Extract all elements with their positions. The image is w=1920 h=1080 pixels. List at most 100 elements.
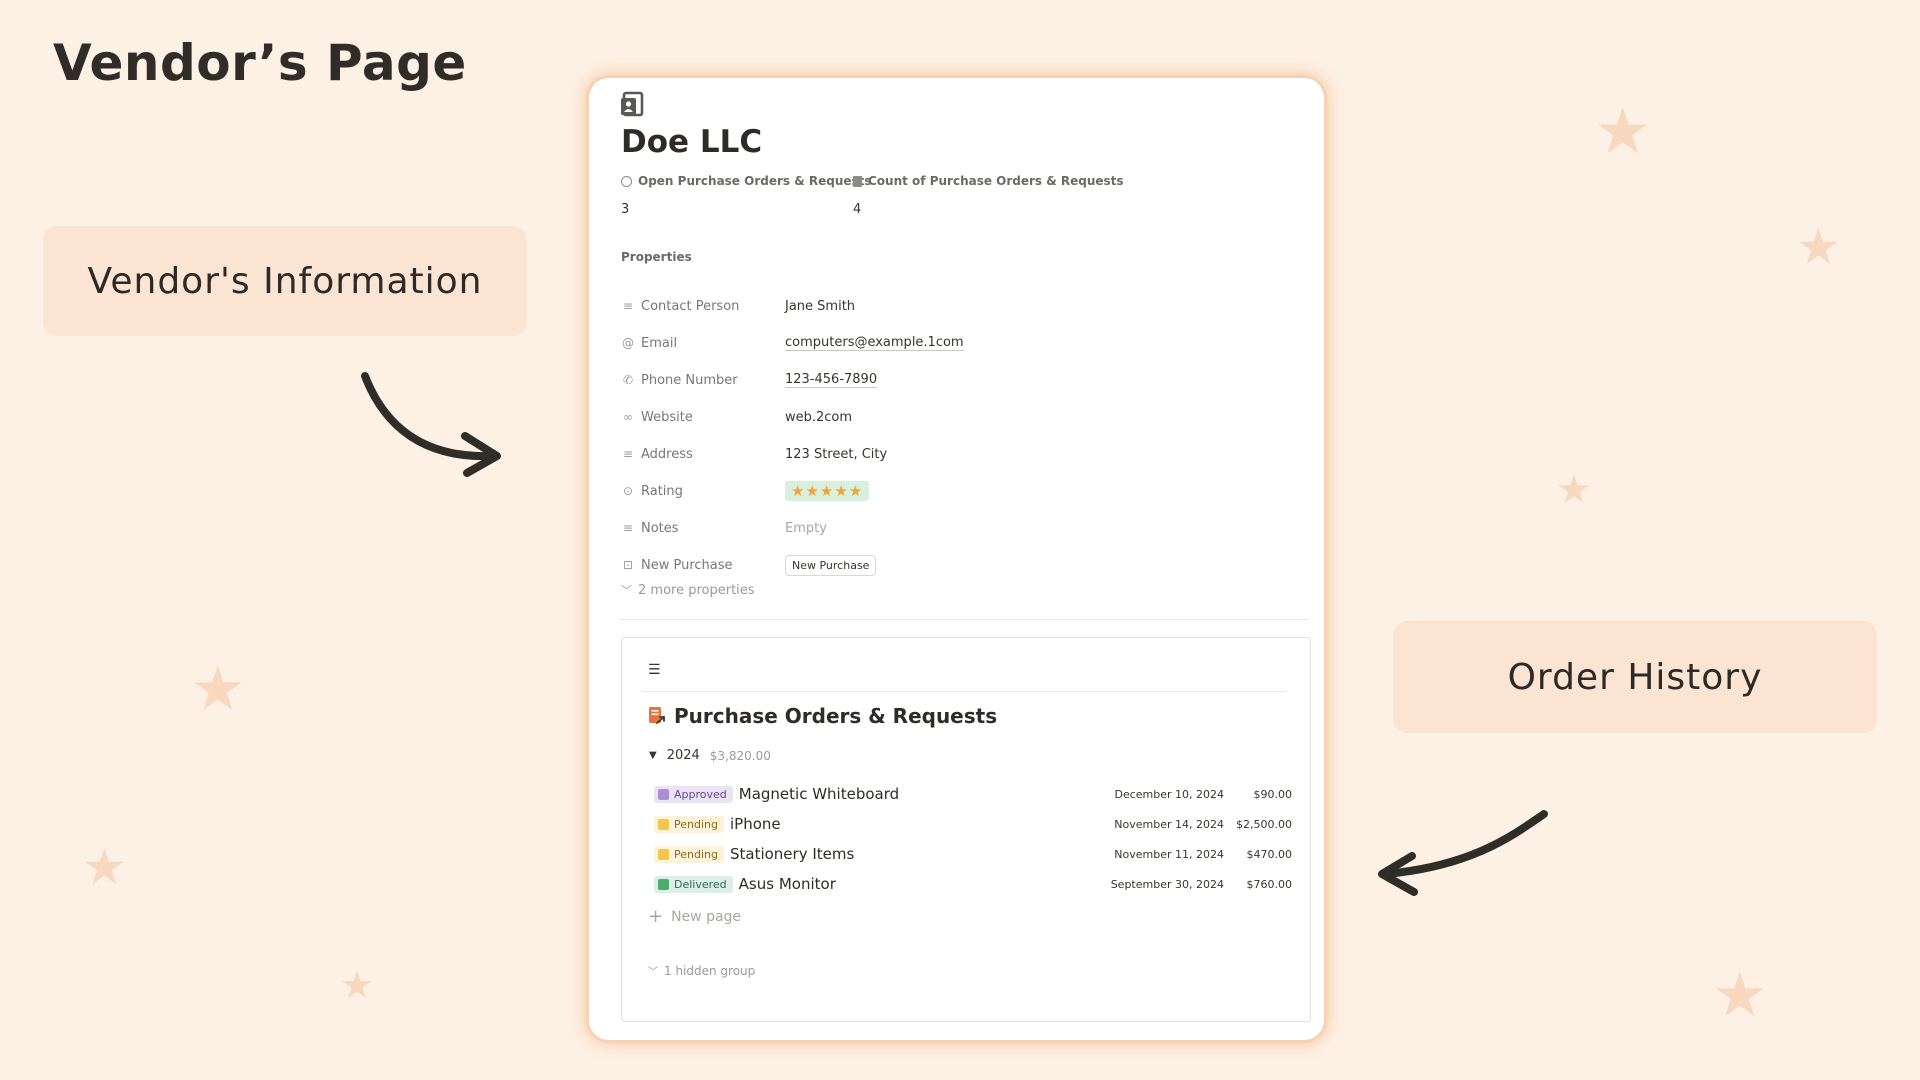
rollup-open-orders-label: Open Purchase Orders & Requests — [621, 174, 872, 188]
property-key: Notes — [641, 520, 679, 536]
property-new-purchase[interactable]: ⊡ New Purchase New Purchase — [621, 552, 1281, 578]
group-sum: $3,820.00 — [709, 748, 771, 763]
property-contact-person[interactable]: ≡ Contact Person Jane Smith — [621, 293, 1281, 319]
property-key: New Purchase — [641, 557, 733, 573]
group-year: 2024 — [666, 748, 700, 763]
order-title[interactable]: iPhone — [730, 815, 781, 833]
rollup-open-orders-value: 3 — [621, 202, 630, 217]
property-key: Website — [641, 409, 693, 425]
star-icon: ★ — [190, 652, 246, 725]
property-rating[interactable]: ⊙ Rating ★★★★★ — [621, 478, 1281, 504]
status-badge: Delivered — [654, 875, 733, 893]
status-badge: Pending — [654, 845, 724, 863]
at-icon: @ — [622, 336, 634, 350]
arrow-left-icon — [1378, 810, 1548, 896]
text-lines-icon: ≡ — [622, 299, 634, 313]
star-icon: ★ — [1594, 95, 1652, 169]
property-key: Phone Number — [641, 372, 738, 388]
triangle-down-icon[interactable]: ▼ — [649, 750, 657, 761]
order-history-callout: Order History — [1393, 621, 1877, 733]
rollup-count-orders-value: 4 — [853, 202, 862, 217]
status-color-icon — [658, 818, 669, 830]
new-page-button[interactable]: + New page — [648, 906, 741, 927]
property-key: Address — [641, 446, 693, 462]
property-notes[interactable]: ≡ Notes Empty — [621, 515, 1281, 541]
arrow-right-icon — [361, 372, 501, 477]
order-amount: $90.00 — [1253, 787, 1293, 801]
order-title[interactable]: Stationery Items — [730, 845, 854, 863]
order-title[interactable]: Magnetic Whiteboard — [739, 785, 899, 803]
property-address[interactable]: ≡ Address 123 Street, City — [621, 441, 1281, 467]
more-properties-toggle[interactable]: ﹀ 2 more properties — [621, 582, 755, 598]
email-value[interactable]: computers@example.1com — [785, 335, 964, 351]
new-purchase-button[interactable]: New Purchase — [785, 554, 877, 576]
order-row[interactable]: Approved Magnetic Whiteboard December 10… — [654, 782, 1302, 806]
new-page-label: New page — [671, 908, 742, 925]
button-icon: ⊡ — [622, 558, 634, 572]
order-date: November 11, 2024 — [1114, 847, 1224, 861]
star-icon: ★ — [1796, 218, 1841, 276]
order-amount: $470.00 — [1246, 847, 1293, 861]
order-amount: $2,500.00 — [1236, 817, 1292, 831]
property-key: Contact Person — [641, 298, 740, 314]
star-icon: ★ — [1712, 958, 1768, 1031]
rollup-label: Open Purchase Orders & Requests — [638, 174, 872, 188]
rating-stars[interactable]: ★★★★★ — [785, 481, 870, 501]
status-badge: Pending — [654, 815, 724, 833]
order-row[interactable]: Delivered Asus Monitor September 30, 202… — [654, 872, 1302, 896]
property-key: Email — [641, 335, 678, 351]
hidden-group-toggle[interactable]: ﹀ 1 hidden group — [648, 963, 756, 979]
order-title[interactable]: Asus Monitor — [739, 875, 836, 893]
status-label: Delivered — [674, 877, 727, 891]
vendor-page-card: Doe LLC Open Purchase Orders & Requests … — [589, 78, 1324, 1040]
vendor-information-callout: Vendor's Information — [43, 226, 527, 336]
chevron-down-icon: ﹀ — [648, 967, 658, 978]
divider — [619, 619, 1309, 620]
property-key: Rating — [641, 483, 683, 499]
order-amount: $760.00 — [1246, 877, 1293, 891]
text-lines-icon: ≡ — [622, 447, 634, 461]
page-title: Vendor’s Page — [53, 34, 467, 92]
status-color-icon — [658, 878, 669, 890]
phone-icon: ✆ — [622, 373, 634, 387]
vendor-name[interactable]: Doe LLC — [621, 124, 762, 160]
group-header-2024[interactable]: ▼ 2024 $3,820.00 — [649, 748, 771, 763]
list-view-icon[interactable]: ☰ — [648, 662, 661, 678]
more-properties-label: 2 more properties — [638, 582, 755, 598]
notes-value[interactable]: Empty — [785, 521, 827, 536]
address-value[interactable]: 123 Street, City — [785, 447, 887, 462]
status-label: Pending — [674, 847, 718, 861]
order-date: September 30, 2024 — [1110, 877, 1224, 891]
status-label: Approved — [674, 787, 727, 801]
phone-value[interactable]: 123-456-7890 — [785, 372, 878, 388]
order-row[interactable]: Pending iPhone November 14, 2024 $2,500.… — [654, 812, 1302, 836]
linked-database: ☰ Purchase Orders & Requests ▼ 2024 $3,8… — [621, 637, 1311, 1022]
purchase-order-icon — [649, 707, 665, 724]
website-value[interactable]: web.2com — [785, 410, 852, 425]
vendor-page-icon — [621, 91, 644, 117]
database-title[interactable]: Purchase Orders & Requests — [648, 704, 997, 728]
star-icon: ★ — [1556, 467, 1592, 513]
rollup-label: Count of Purchase Orders & Requests — [868, 174, 1124, 188]
rollup-count-orders-label: Count of Purchase Orders & Requests — [853, 174, 1124, 188]
divider — [642, 691, 1286, 692]
star-icon: ★ — [82, 838, 127, 896]
contact-person-value[interactable]: Jane Smith — [785, 299, 855, 314]
hidden-group-label: 1 hidden group — [664, 963, 756, 978]
document-icon — [853, 175, 862, 187]
order-date: November 14, 2024 — [1114, 817, 1224, 831]
rating-icon: ⊙ — [622, 484, 634, 498]
status-label: Pending — [674, 817, 718, 831]
properties-label: Properties — [621, 250, 692, 264]
text-lines-icon: ≡ — [622, 521, 634, 535]
circle-icon — [621, 175, 632, 187]
database-title-text: Purchase Orders & Requests — [674, 704, 998, 728]
star-icon: ★ — [340, 963, 375, 1007]
order-row[interactable]: Pending Stationery Items November 11, 20… — [654, 842, 1302, 866]
chevron-down-icon: ﹀ — [621, 584, 632, 597]
status-badge: Approved — [654, 785, 733, 803]
property-phone[interactable]: ✆ Phone Number 123-456-7890 — [621, 367, 1281, 393]
property-email[interactable]: @ Email computers@example.1com — [621, 330, 1281, 356]
property-website[interactable]: ∞ Website web.2com — [621, 404, 1281, 430]
status-color-icon — [658, 848, 669, 860]
